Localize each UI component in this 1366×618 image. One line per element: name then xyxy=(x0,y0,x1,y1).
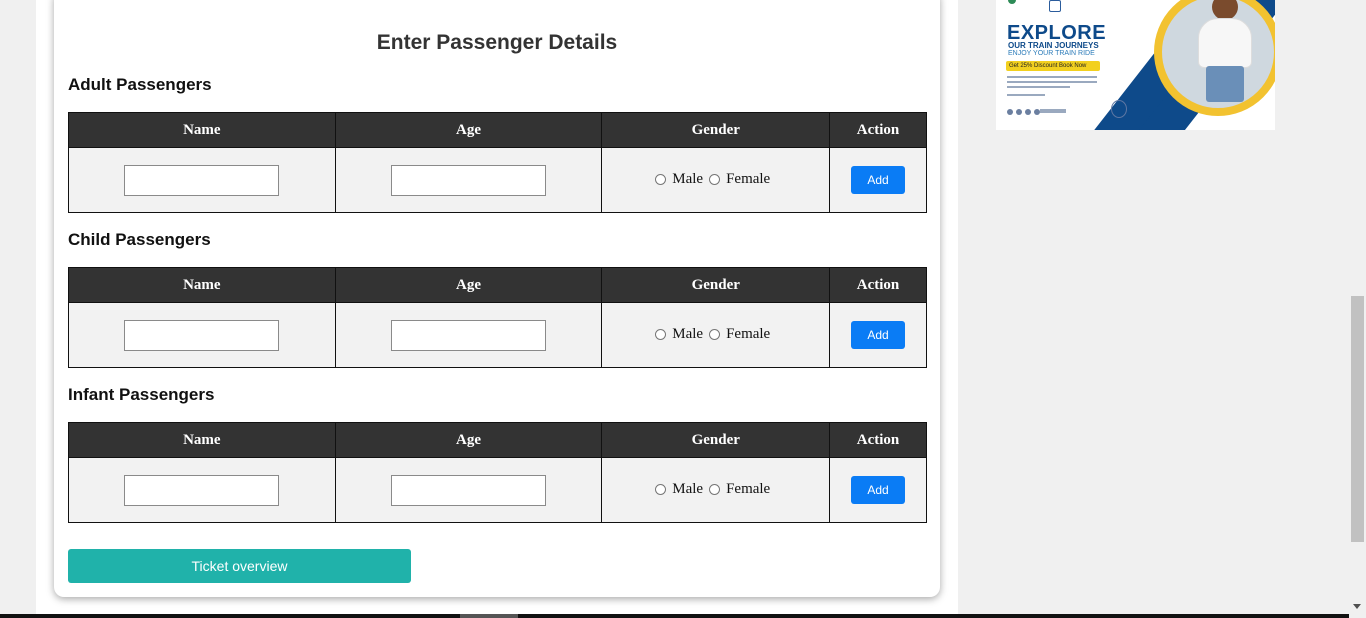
column-header-gender: Gender xyxy=(601,112,831,148)
gender-cell: Male Female xyxy=(601,302,831,368)
adult-passenger-table: Name Age Gender Action Male Female Add xyxy=(68,112,927,213)
ad-logo-icon xyxy=(1008,0,1016,4)
ad-social-icons xyxy=(1007,109,1040,115)
age-cell xyxy=(334,302,603,368)
gender-options: Male Female xyxy=(655,171,776,188)
social-icon xyxy=(1025,109,1031,115)
table-header-row: Name Age Gender Action xyxy=(68,267,927,303)
ad-person-image xyxy=(1206,66,1244,102)
child-male-radio[interactable] xyxy=(655,328,667,340)
ad-body-text xyxy=(1007,76,1097,91)
ad-text-line xyxy=(1007,94,1045,96)
scroll-down-arrow-icon[interactable] xyxy=(1353,604,1361,609)
social-icon xyxy=(1016,109,1022,115)
table-row: Male Female Add xyxy=(68,457,927,523)
name-cell xyxy=(68,457,336,523)
column-header-age: Age xyxy=(334,422,603,458)
column-header-gender: Gender xyxy=(601,267,831,303)
ad-subtitle: OUR TRAIN JOURNEYS xyxy=(1008,41,1099,50)
scrollbar-thumb[interactable] xyxy=(1351,296,1364,542)
adult-age-input[interactable] xyxy=(391,164,547,196)
column-header-action: Action xyxy=(829,422,927,458)
infant-section-title: Infant Passengers xyxy=(68,385,215,404)
infant-passenger-table: Name Age Gender Action Male Female Add xyxy=(68,422,927,523)
gender-cell: Male Female xyxy=(601,457,831,523)
child-section-title: Child Passengers xyxy=(68,230,211,249)
ad-text-line xyxy=(1007,76,1097,78)
infant-male-radio[interactable] xyxy=(655,483,667,495)
infant-add-button[interactable]: Add xyxy=(851,476,906,504)
column-header-age: Age xyxy=(334,267,603,303)
child-passenger-table: Name Age Gender Action Male Female Add xyxy=(68,267,927,368)
ad-text-line xyxy=(1040,109,1066,113)
female-label: Female xyxy=(726,170,771,187)
train-journey-ad-banner[interactable]: EXPLORE OUR TRAIN JOURNEYS ENJOY YOUR TR… xyxy=(996,0,1275,130)
name-cell xyxy=(68,302,336,368)
column-header-name: Name xyxy=(68,112,336,148)
name-cell xyxy=(68,147,336,213)
table-row: Male Female Add xyxy=(68,147,927,213)
ad-promo: Get 25% Discount Book Now xyxy=(1006,61,1100,71)
column-header-name: Name xyxy=(68,267,336,303)
infant-age-input[interactable] xyxy=(391,474,547,506)
adult-female-radio[interactable] xyxy=(709,173,721,185)
ticket-overview-button[interactable]: Ticket overview xyxy=(68,549,411,583)
female-label: Female xyxy=(726,480,771,497)
action-cell: Add xyxy=(829,457,927,523)
child-female-radio[interactable] xyxy=(709,328,721,340)
child-name-input[interactable] xyxy=(124,319,280,351)
action-cell: Add xyxy=(829,147,927,213)
column-header-age: Age xyxy=(334,112,603,148)
child-add-button[interactable]: Add xyxy=(851,321,906,349)
infant-name-input[interactable] xyxy=(124,474,280,506)
adult-add-button[interactable]: Add xyxy=(851,166,906,194)
ad-badge-icon xyxy=(1111,100,1127,118)
male-label: Male xyxy=(672,325,704,342)
child-age-input[interactable] xyxy=(391,319,547,351)
page-title: Enter Passenger Details xyxy=(376,31,618,54)
table-header-row: Name Age Gender Action xyxy=(68,112,927,148)
train-icon xyxy=(1049,0,1061,12)
column-header-action: Action xyxy=(829,267,927,303)
infant-female-radio[interactable] xyxy=(709,483,721,495)
age-cell xyxy=(334,147,603,213)
gender-cell: Male Female xyxy=(601,147,831,213)
column-header-action: Action xyxy=(829,112,927,148)
bottom-edge-mark xyxy=(460,614,518,618)
column-header-name: Name xyxy=(68,422,336,458)
table-row: Male Female Add xyxy=(68,302,927,368)
female-label: Female xyxy=(726,325,771,342)
ad-tagline: ENJOY YOUR TRAIN RIDE xyxy=(1008,50,1095,57)
adult-name-input[interactable] xyxy=(124,164,280,196)
gender-options: Male Female xyxy=(655,481,776,498)
adult-male-radio[interactable] xyxy=(655,173,667,185)
table-header-row: Name Age Gender Action xyxy=(68,422,927,458)
column-header-gender: Gender xyxy=(601,422,831,458)
social-icon xyxy=(1007,109,1013,115)
male-label: Male xyxy=(672,480,704,497)
gender-options: Male Female xyxy=(655,326,776,343)
ad-text-line xyxy=(1007,81,1097,83)
ad-text-line xyxy=(1007,86,1070,88)
bottom-edge xyxy=(0,614,1349,618)
ad-person-image xyxy=(1198,18,1252,68)
age-cell xyxy=(334,457,603,523)
male-label: Male xyxy=(672,170,704,187)
action-cell: Add xyxy=(829,302,927,368)
adult-section-title: Adult Passengers xyxy=(68,75,212,94)
